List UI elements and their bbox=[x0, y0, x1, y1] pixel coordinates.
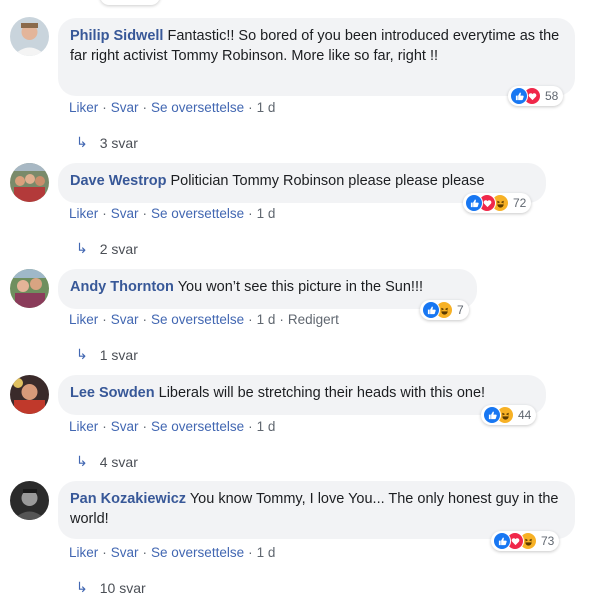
reaction-summary[interactable]: 73 bbox=[491, 531, 560, 551]
replies-count[interactable]: 1 svar bbox=[100, 347, 138, 363]
reply-link[interactable]: Svar bbox=[111, 545, 139, 560]
reaction-summary[interactable]: 72 bbox=[463, 193, 532, 213]
reaction-summary[interactable]: 58 bbox=[508, 86, 564, 106]
timestamp[interactable]: 1 d bbox=[257, 206, 276, 221]
comment-bubble: Andy Thornton You won’t see this picture… bbox=[58, 269, 477, 309]
reaction-summary[interactable]: 7 bbox=[420, 300, 469, 320]
translate-link[interactable]: Se oversettelse bbox=[151, 100, 244, 115]
like-link[interactable]: Liker bbox=[69, 312, 98, 327]
comment-actions: Liker · Svar · Se oversettelse · 1 d bbox=[69, 419, 276, 434]
reply-arrow-icon: ↳ bbox=[76, 453, 88, 469]
translate-link[interactable]: Se oversettelse bbox=[151, 419, 244, 434]
author-name[interactable]: Philip Sidwell bbox=[70, 28, 163, 44]
author-name[interactable]: Lee Sowden bbox=[70, 385, 155, 401]
comment-text: Liberals will be stretching their heads … bbox=[158, 385, 486, 401]
comment-actions: Liker · Svar · Se oversettelse · 1 d bbox=[69, 545, 276, 560]
reaction-summary[interactable]: 44 bbox=[481, 405, 537, 425]
like-icon bbox=[465, 194, 483, 212]
reply-link[interactable]: Svar bbox=[111, 100, 139, 115]
author-name[interactable]: Andy Thornton bbox=[70, 279, 174, 295]
timestamp[interactable]: 1 d bbox=[257, 312, 276, 327]
like-link[interactable]: Liker bbox=[69, 206, 98, 221]
reply-link[interactable]: Svar bbox=[111, 206, 139, 221]
view-replies-link[interactable]: ↳ 2 svar bbox=[76, 240, 138, 257]
like-icon bbox=[493, 532, 511, 550]
comment-bubble: Philip Sidwell Fantastic!! So bored of y… bbox=[58, 18, 575, 96]
reaction-count: 44 bbox=[518, 408, 532, 422]
reaction-count: 73 bbox=[541, 534, 555, 548]
comment-bubble: Lee Sowden Liberals will be stretching t… bbox=[58, 375, 546, 415]
comment-text: Politician Tommy Robinson please please … bbox=[170, 173, 485, 189]
avatar[interactable] bbox=[10, 163, 49, 202]
previous-reaction-pill bbox=[100, 0, 160, 5]
edited-label[interactable]: Redigert bbox=[288, 312, 339, 327]
replies-count[interactable]: 3 svar bbox=[100, 135, 138, 151]
avatar[interactable] bbox=[10, 17, 49, 56]
timestamp[interactable]: 1 d bbox=[257, 545, 276, 560]
reaction-count: 7 bbox=[457, 303, 464, 317]
reply-arrow-icon: ↳ bbox=[76, 240, 88, 256]
view-replies-link[interactable]: ↳ 1 svar bbox=[76, 346, 138, 363]
reply-arrow-icon: ↳ bbox=[76, 579, 88, 595]
translate-link[interactable]: Se oversettelse bbox=[151, 312, 244, 327]
translate-link[interactable]: Se oversettelse bbox=[151, 545, 244, 560]
like-icon bbox=[510, 87, 528, 105]
avatar[interactable] bbox=[10, 269, 49, 308]
timestamp[interactable]: 1 d bbox=[257, 419, 276, 434]
like-icon bbox=[422, 301, 440, 319]
like-icon bbox=[483, 406, 501, 424]
replies-count[interactable]: 4 svar bbox=[100, 454, 138, 470]
reply-arrow-icon: ↳ bbox=[76, 346, 88, 362]
comment-actions: Liker · Svar · Se oversettelse · 1 d bbox=[69, 100, 276, 115]
view-replies-link[interactable]: ↳ 10 svar bbox=[76, 579, 146, 596]
reply-link[interactable]: Svar bbox=[111, 312, 139, 327]
avatar[interactable] bbox=[10, 375, 49, 414]
comment-actions: Liker · Svar · Se oversettelse · 1 d · Redigert bbox=[69, 312, 339, 327]
translate-link[interactable]: Se oversettelse bbox=[151, 206, 244, 221]
timestamp[interactable]: 1 d bbox=[257, 100, 276, 115]
like-link[interactable]: Liker bbox=[69, 100, 98, 115]
comment-bubble: Pan Kozakiewicz You know Tommy, I love Y… bbox=[58, 481, 575, 539]
view-replies-link[interactable]: ↳ 3 svar bbox=[76, 134, 138, 151]
reaction-count: 72 bbox=[513, 196, 527, 210]
author-name[interactable]: Dave Westrop bbox=[70, 173, 166, 189]
like-link[interactable]: Liker bbox=[69, 419, 98, 434]
author-name[interactable]: Pan Kozakiewicz bbox=[70, 491, 186, 507]
reply-link[interactable]: Svar bbox=[111, 419, 139, 434]
view-replies-link[interactable]: ↳ 4 svar bbox=[76, 453, 138, 470]
avatar[interactable] bbox=[10, 481, 49, 520]
replies-count[interactable]: 10 svar bbox=[100, 580, 146, 596]
reaction-count: 58 bbox=[545, 89, 559, 103]
like-link[interactable]: Liker bbox=[69, 545, 98, 560]
comment-text: You won’t see this picture in the Sun!!! bbox=[177, 279, 423, 295]
replies-count[interactable]: 2 svar bbox=[100, 241, 138, 257]
comment-actions: Liker · Svar · Se oversettelse · 1 d bbox=[69, 206, 276, 221]
reply-arrow-icon: ↳ bbox=[76, 134, 88, 150]
